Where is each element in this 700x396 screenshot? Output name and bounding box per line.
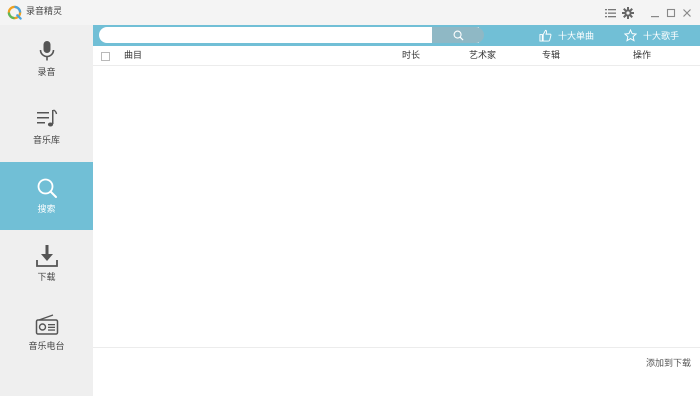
sidebar-item-label: 音乐电台 — [28, 342, 65, 352]
microphone-icon — [39, 41, 54, 61]
results-table-header: 曲目 时长 艺术家 专辑 操作 — [93, 46, 700, 66]
maximize-icon[interactable] — [664, 6, 677, 19]
sidebar-item-radio[interactable]: 音乐电台 — [0, 299, 93, 367]
app-title: 录音精灵 — [26, 7, 63, 17]
search-button[interactable] — [432, 27, 484, 43]
results-footer: 添加到下载 — [93, 347, 700, 396]
select-all-checkbox[interactable] — [101, 52, 110, 61]
search-icon — [453, 30, 464, 41]
star-icon — [624, 29, 637, 42]
sidebar-item-label: 下载 — [37, 273, 56, 283]
add-to-download-button[interactable]: 添加到下载 — [646, 356, 691, 369]
sidebar-item-label: 音乐库 — [32, 136, 60, 146]
minimize-icon[interactable] — [648, 6, 661, 19]
top-singers-link[interactable]: 十大歌手 — [624, 28, 679, 43]
sidebar-item-record[interactable]: 录音 — [0, 25, 93, 93]
sidebar-item-download[interactable]: 下载 — [0, 230, 93, 298]
thumbs-up-icon — [539, 29, 552, 42]
gear-icon[interactable] — [621, 6, 634, 19]
sidebar: 录音 音乐库 搜索 下载 音乐电台 — [0, 25, 93, 396]
search-bar: 十大单曲 十大歌手 — [93, 25, 700, 46]
music-library-icon — [36, 109, 57, 127]
app-logo-icon — [7, 5, 22, 20]
column-duration[interactable]: 时长 — [402, 50, 420, 62]
column-album[interactable]: 专辑 — [542, 50, 560, 62]
top-songs-link[interactable]: 十大单曲 — [539, 28, 594, 43]
column-song[interactable]: 曲目 — [124, 50, 142, 62]
list-icon[interactable] — [604, 6, 617, 19]
search-icon — [37, 178, 57, 198]
sidebar-item-search[interactable]: 搜索 — [0, 162, 93, 230]
sidebar-item-label: 搜索 — [37, 205, 56, 215]
search-input[interactable] — [99, 27, 479, 43]
sidebar-item-label: 录音 — [37, 68, 56, 78]
column-actions: 操作 — [633, 51, 652, 61]
radio-icon — [35, 314, 58, 335]
main-panel: 十大单曲 十大歌手 曲目 时长 艺术家 专辑 操作 添加到下载 — [93, 25, 700, 396]
title-bar: 录音精灵 — [0, 0, 700, 25]
top-singers-label: 十大歌手 — [643, 32, 680, 42]
column-artist[interactable]: 艺术家 — [469, 50, 496, 62]
close-icon[interactable] — [680, 6, 693, 19]
sidebar-item-music-library[interactable]: 音乐库 — [0, 93, 93, 161]
download-icon — [35, 245, 58, 267]
top-songs-label: 十大单曲 — [558, 32, 595, 42]
